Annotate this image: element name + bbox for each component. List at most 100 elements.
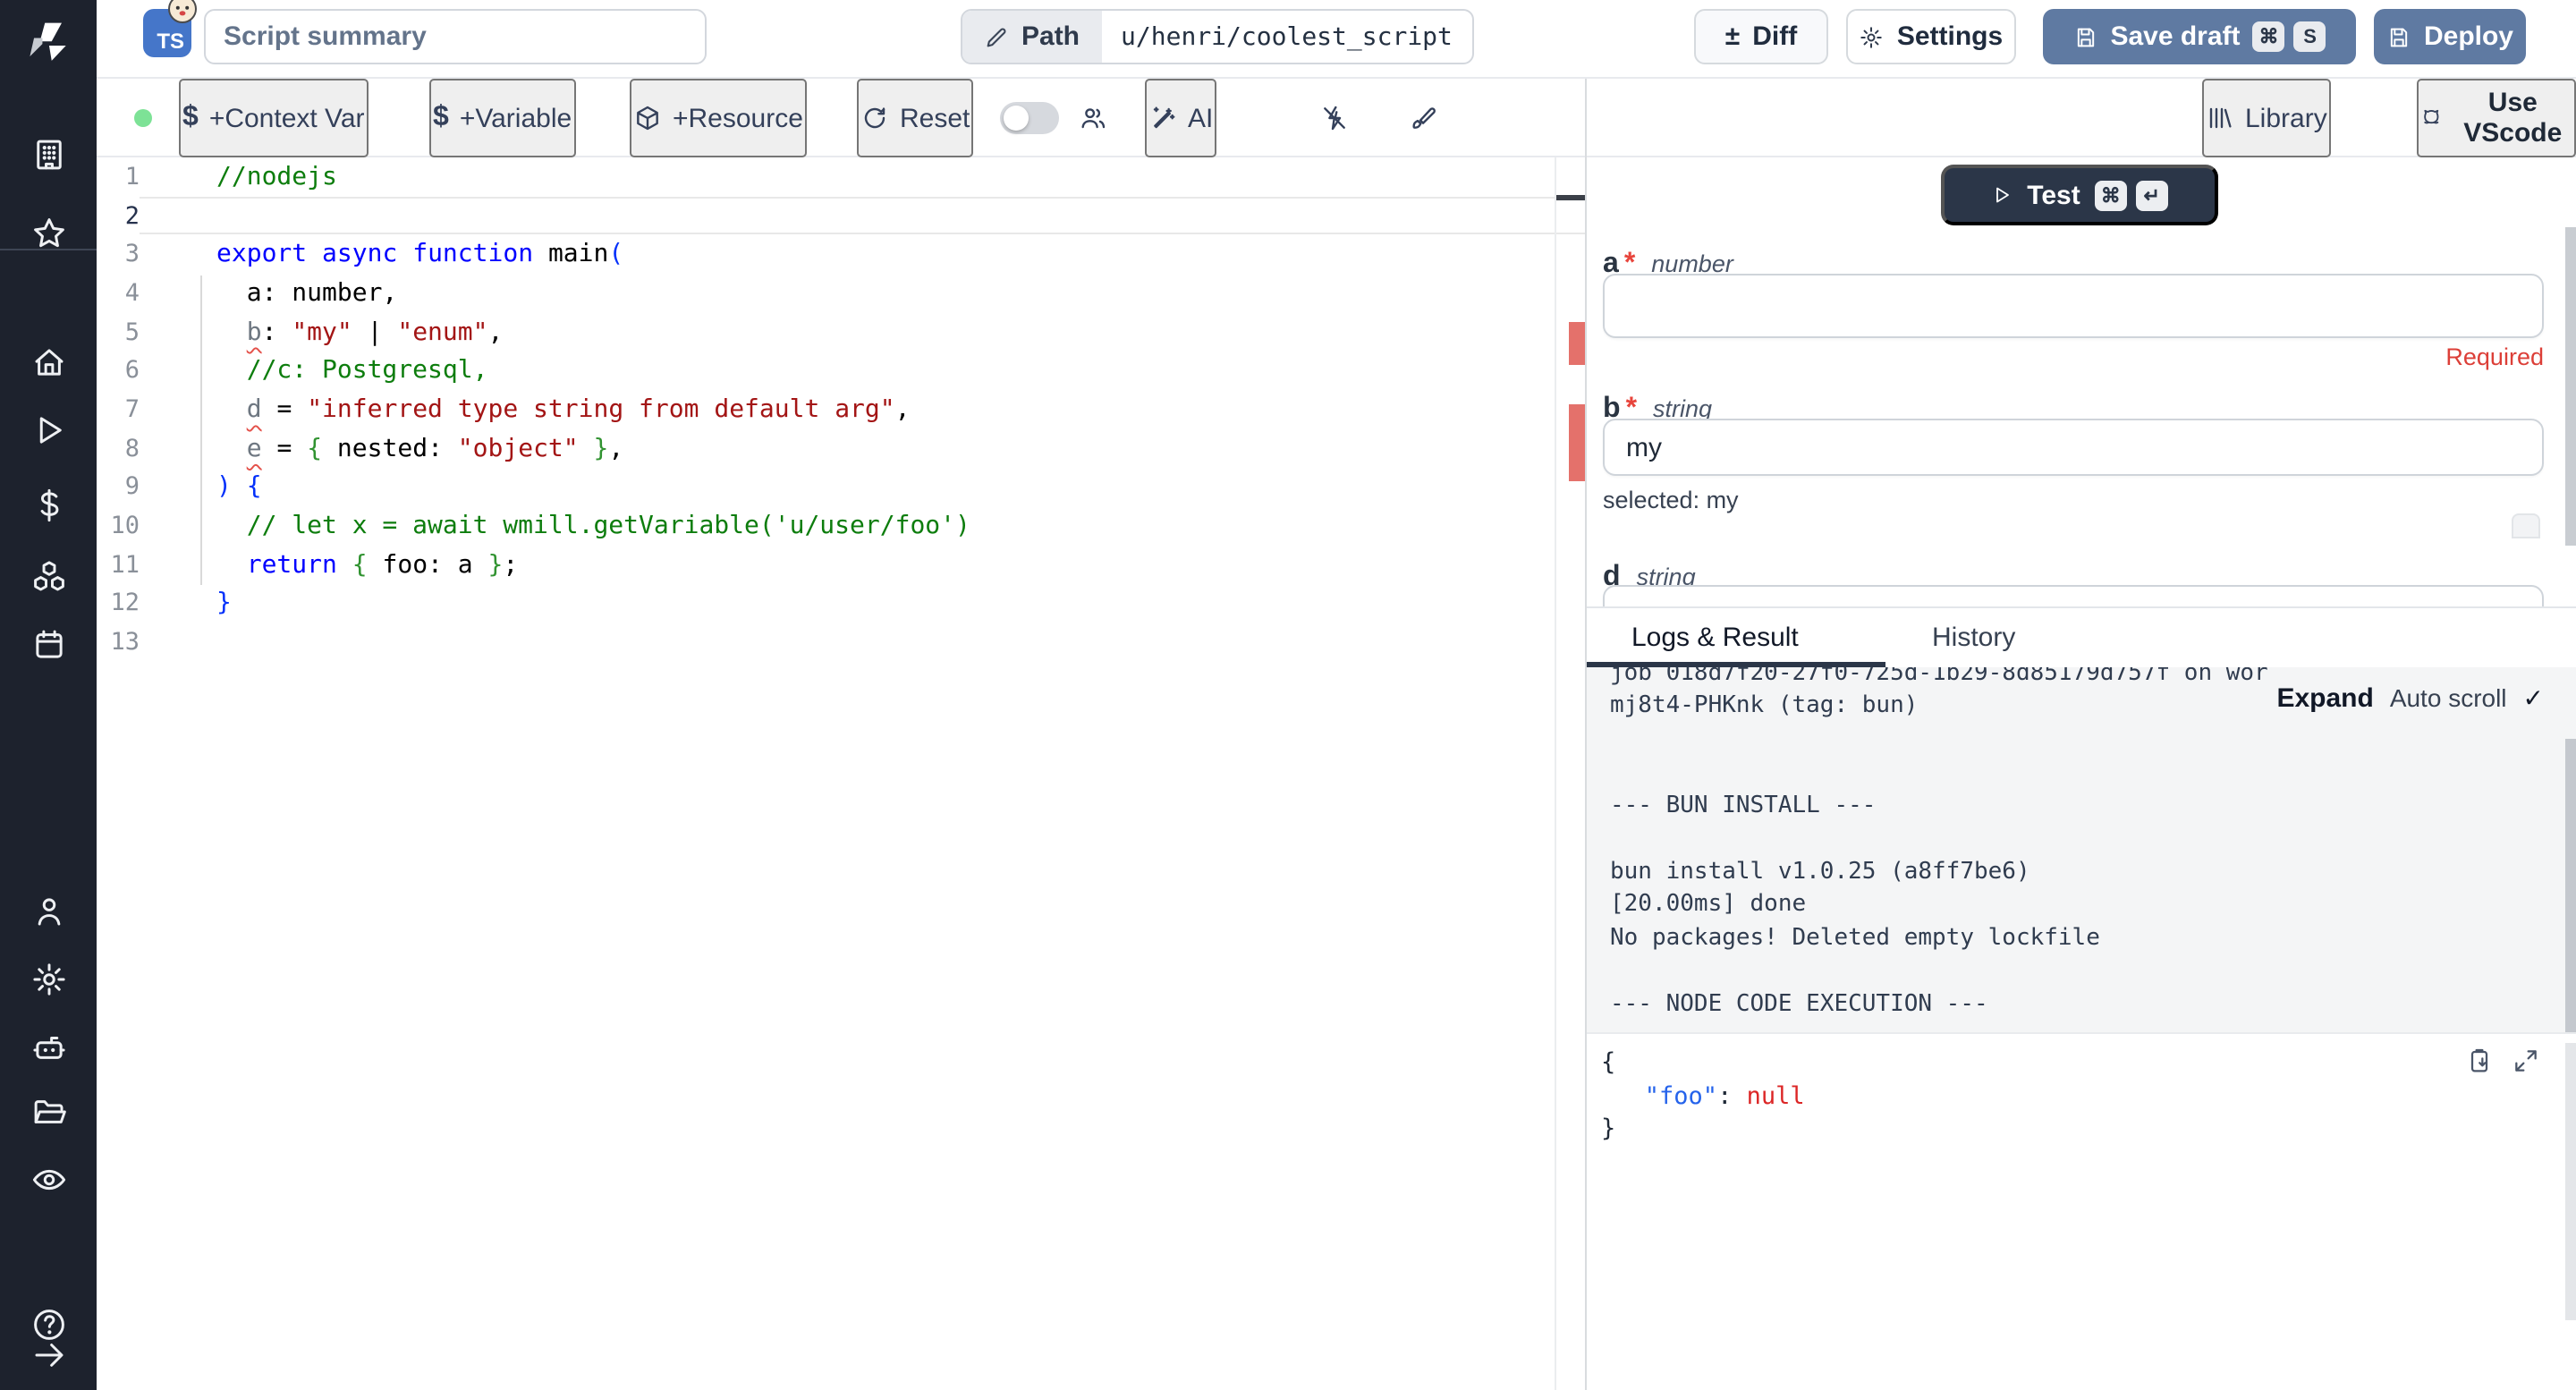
add-context-var-label: +Context Var (209, 103, 365, 133)
code-line[interactable]: 5 b: "my" | "enum", (97, 313, 1585, 352)
output-panel: Logs & Result History job 018d7f20-27f0-… (1587, 606, 2576, 1390)
settings-button[interactable]: Settings (1846, 9, 2016, 64)
expand-result-icon[interactable] (2512, 1047, 2540, 1075)
field-input-d[interactable] (1603, 585, 2544, 606)
path-value[interactable]: u/henri/coolest_script (1101, 11, 1472, 63)
error-marker (1569, 404, 1585, 481)
code-line[interactable]: 3export async function main( (97, 235, 1585, 274)
diff-mode-toggle[interactable] (1000, 102, 1059, 134)
code-text: e = { nested: "object" }, (140, 434, 623, 462)
deploy-button[interactable]: Deploy (2374, 9, 2526, 64)
autoscroll-label[interactable]: Auto scroll (2390, 683, 2507, 712)
code-line[interactable]: 8 e = { nested: "object" }, (97, 429, 1585, 468)
diff-button[interactable]: ± Diff (1694, 9, 1828, 64)
code-editor[interactable]: 1//nodejs23export async function main(4 … (97, 157, 1585, 1390)
add-variable-button[interactable]: $ +Variable (429, 79, 575, 157)
sidebar-item-home-icon[interactable] (29, 342, 68, 381)
code-text: a: number, (140, 279, 397, 308)
logs-controls: Expand Auto scroll ✓ (2276, 682, 2544, 713)
test-label: Test (2027, 180, 2080, 210)
use-vscode-button[interactable]: Use VScode (2417, 79, 2576, 157)
add-resource-button[interactable]: +Resource (630, 79, 807, 157)
line-number: 12 (97, 589, 140, 618)
sidebar-item-dollar-icon[interactable] (29, 485, 68, 524)
line-number: 10 (97, 512, 140, 540)
save-draft-label: Save draft (2110, 21, 2240, 52)
result-scrollbar[interactable] (2565, 1043, 2576, 1320)
sidebar-item-star-icon[interactable] (29, 213, 68, 252)
line-number: 4 (97, 279, 140, 308)
sidebar-item-building-icon[interactable] (29, 134, 68, 174)
form-scrollbar[interactable] (2564, 227, 2576, 546)
script-summary-input[interactable] (204, 9, 707, 64)
code-line[interactable]: 10 // let x = await wmill.getVariable('u… (97, 506, 1585, 545)
reset-button[interactable]: Reset (857, 79, 973, 157)
add-variable-label: +Variable (460, 103, 572, 133)
reset-label: Reset (900, 103, 970, 133)
output-tabs: Logs & Result History (1587, 607, 2576, 666)
copy-to-clipboard-icon[interactable] (2465, 1047, 2494, 1075)
field-input-b[interactable] (1603, 419, 2544, 476)
code-text: // let x = await wmill.getVariable('u/us… (140, 512, 970, 540)
package-icon (633, 104, 662, 132)
tab-logs-result[interactable]: Logs & Result (1631, 607, 1799, 666)
scroll-position-marker[interactable] (1556, 194, 1587, 200)
code-text: d = "inferred type string from default a… (140, 395, 911, 424)
add-resource-label: +Resource (673, 103, 803, 133)
save-draft-shortcut: ⌘S (2253, 21, 2326, 52)
code-line[interactable]: 13 (97, 623, 1585, 662)
run-panel: Test ⌘↵ a*numberRequiredb*stringselected… (1587, 157, 2576, 1390)
code-line[interactable]: 7 d = "inferred type string from default… (97, 390, 1585, 428)
sidebar-item-user-icon[interactable] (29, 891, 68, 930)
topbar: TS Path u/henri/coolest_script ± Diff Se… (97, 0, 2576, 79)
format-code-button[interactable] (1410, 79, 1438, 157)
logs-view: job 018d7f20-27f0-725d-1b29-8d85179d757f… (1587, 666, 2576, 1032)
sidebar-item-play-icon[interactable] (29, 410, 68, 449)
add-context-var-button[interactable]: $ +Context Var (179, 79, 369, 157)
code-line[interactable]: 2 (97, 196, 1585, 234)
tab-history[interactable]: History (1932, 607, 2015, 666)
sidebar-item-cubes-icon[interactable] (29, 556, 68, 596)
sidebar-item-gear-icon[interactable] (29, 959, 68, 998)
sidebar-item-calendar-icon[interactable] (29, 624, 68, 664)
path-label: Path (962, 11, 1101, 63)
result-json: { "foo": null } (1601, 1047, 1805, 1146)
code-line[interactable]: 12} (97, 584, 1585, 623)
plus-minus-icon: ± (1725, 21, 1740, 52)
logs-scrollbar[interactable] (2564, 738, 2576, 1031)
toggle-knob (1004, 106, 1029, 131)
collaborators-button[interactable] (1079, 79, 1107, 157)
code-text: return { foo: a }; (140, 550, 518, 579)
reset-icon (860, 104, 889, 132)
code-text: //nodejs (140, 163, 337, 191)
save-draft-button[interactable]: Save draft ⌘S (2043, 9, 2356, 64)
line-number: 9 (97, 473, 140, 502)
disable-autorun-button[interactable] (1320, 79, 1349, 157)
editor-toolbar: $ +Context Var $ +Variable +Resource Res… (97, 79, 2576, 157)
check-icon[interactable]: ✓ (2523, 682, 2544, 713)
input-add-button[interactable] (2512, 513, 2540, 538)
sidebar-item-folder-icon[interactable] (29, 1091, 68, 1131)
code-line[interactable]: 6 //c: Postgresql, (97, 352, 1585, 390)
library-button[interactable]: Library (2202, 79, 2331, 157)
gear-icon (1860, 24, 1885, 49)
ai-assistant-button[interactable]: AI (1145, 79, 1216, 157)
code-line[interactable]: 1//nodejs (97, 157, 1585, 196)
json-separator: : (1717, 1081, 1747, 1110)
field-input-a[interactable] (1603, 273, 2544, 337)
workspace-logo-icon[interactable] (21, 18, 75, 72)
code-line[interactable]: 4 a: number, (97, 274, 1585, 312)
expand-logs-button[interactable]: Expand (2276, 682, 2373, 713)
test-button[interactable]: Test ⌘↵ (1941, 165, 2218, 225)
sidebar-item-arrow-right-icon[interactable] (29, 1335, 68, 1374)
path-label-text: Path (1021, 21, 1080, 52)
code-line[interactable]: 9) { (97, 468, 1585, 506)
line-number: 11 (97, 550, 140, 579)
code-line[interactable]: 11 return { foo: a }; (97, 546, 1585, 584)
indent-guide (200, 275, 202, 585)
sidebar-item-eye-icon[interactable] (29, 1159, 68, 1199)
status-dot (134, 109, 152, 127)
sidebar-item-robot-icon[interactable] (29, 1027, 68, 1066)
field-error: Required (2445, 343, 2544, 370)
path-group[interactable]: Path u/henri/coolest_script (961, 9, 1474, 64)
